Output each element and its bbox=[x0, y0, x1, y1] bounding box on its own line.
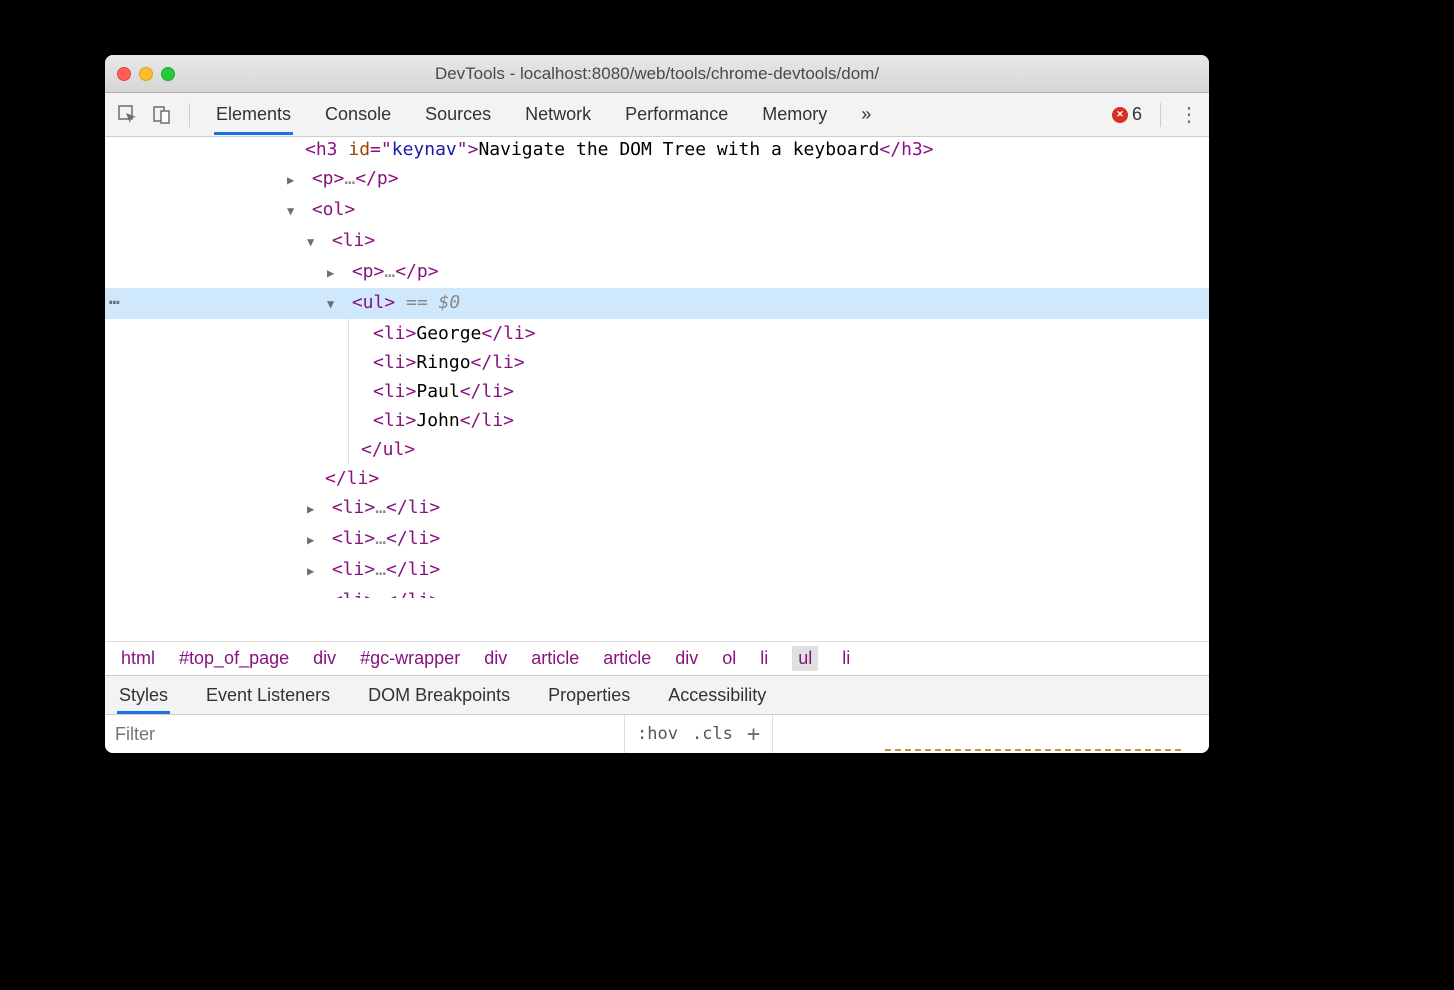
inspect-element-icon[interactable] bbox=[115, 102, 141, 128]
box-model-margin-outline bbox=[885, 749, 1181, 753]
tab-memory[interactable]: Memory bbox=[760, 94, 829, 135]
dom-node-li-collapsed[interactable]: <li>…</li> bbox=[105, 524, 1209, 555]
dom-node-li-item[interactable]: <li>Paul</li> bbox=[105, 377, 1209, 406]
subtab-dom-breakpoints[interactable]: DOM Breakpoints bbox=[366, 677, 512, 714]
window-title: DevTools - localhost:8080/web/tools/chro… bbox=[105, 64, 1209, 84]
expand-arrow-icon[interactable] bbox=[327, 259, 341, 288]
styles-preview-area bbox=[773, 715, 1209, 753]
dom-node-h3[interactable]: <h3 id="keynav">Navigate the DOM Tree wi… bbox=[105, 137, 1209, 164]
titlebar: DevTools - localhost:8080/web/tools/chro… bbox=[105, 55, 1209, 93]
error-count: 6 bbox=[1132, 104, 1142, 125]
tabs-overflow[interactable]: » bbox=[859, 94, 873, 135]
toolbar-separator bbox=[189, 103, 190, 127]
tab-console[interactable]: Console bbox=[323, 94, 393, 135]
expand-arrow-icon[interactable] bbox=[307, 557, 321, 586]
dom-node-p[interactable]: <p>…</p> bbox=[105, 257, 1209, 288]
breadcrumb-item[interactable]: article bbox=[603, 648, 651, 669]
toolbar-separator bbox=[1160, 103, 1161, 127]
zoom-window-button[interactable] bbox=[161, 67, 175, 81]
tab-sources[interactable]: Sources bbox=[423, 94, 493, 135]
subtab-event-listeners[interactable]: Event Listeners bbox=[204, 677, 332, 714]
expand-arrow-icon[interactable] bbox=[307, 588, 321, 598]
breadcrumb-item[interactable]: article bbox=[531, 648, 579, 669]
styles-filter-container bbox=[105, 715, 625, 753]
subtab-styles[interactable]: Styles bbox=[117, 677, 170, 714]
breadcrumb-item[interactable]: li bbox=[842, 648, 850, 669]
dom-node-li[interactable]: <li> bbox=[105, 226, 1209, 257]
subtab-properties[interactable]: Properties bbox=[546, 677, 632, 714]
styles-toolbar: :hov .cls + bbox=[105, 715, 1209, 753]
subtab-accessibility[interactable]: Accessibility bbox=[666, 677, 768, 714]
dom-node-li-item[interactable]: <li>John</li> bbox=[105, 406, 1209, 435]
expand-arrow-icon[interactable] bbox=[307, 526, 321, 555]
tab-elements[interactable]: Elements bbox=[214, 94, 293, 135]
breadcrumb-item[interactable]: #top_of_page bbox=[179, 648, 289, 669]
dom-node-li-close[interactable]: </li> bbox=[105, 464, 1209, 493]
breadcrumb-item[interactable]: ol bbox=[722, 648, 736, 669]
devtools-window: DevTools - localhost:8080/web/tools/chro… bbox=[105, 55, 1209, 753]
settings-menu-icon[interactable]: ⋮ bbox=[1179, 102, 1199, 127]
dom-node-ul-close[interactable]: </ul> bbox=[105, 435, 1209, 464]
collapse-arrow-icon[interactable] bbox=[307, 228, 321, 257]
error-icon bbox=[1112, 107, 1128, 123]
collapse-arrow-icon[interactable] bbox=[327, 290, 341, 319]
dom-node-p[interactable]: <p>…</p> bbox=[105, 164, 1209, 195]
dom-tree-panel[interactable]: <p>…</p> <h3 id="keynav">Navigate the DO… bbox=[105, 137, 1209, 641]
toggle-hov-button[interactable]: :hov bbox=[637, 724, 678, 744]
minimize-window-button[interactable] bbox=[139, 67, 153, 81]
dom-node-ol[interactable]: <ol> bbox=[105, 195, 1209, 226]
collapse-arrow-icon[interactable] bbox=[287, 197, 301, 226]
styles-toggle-buttons: :hov .cls + bbox=[625, 715, 773, 753]
dom-breadcrumb: html #top_of_page div #gc-wrapper div ar… bbox=[105, 641, 1209, 675]
dom-node-li-collapsed[interactable]: <li>…</li> bbox=[105, 555, 1209, 586]
error-count-badge[interactable]: 6 bbox=[1112, 104, 1142, 125]
toolbar-right: 6 ⋮ bbox=[1112, 102, 1199, 127]
breadcrumb-item[interactable]: li bbox=[760, 648, 768, 669]
dom-node-li-item[interactable]: <li>Ringo</li> bbox=[105, 348, 1209, 377]
dom-node-li-collapsed[interactable]: <li>…</li> bbox=[105, 586, 1209, 598]
dom-tree: <p>…</p> <h3 id="keynav">Navigate the DO… bbox=[105, 137, 1209, 598]
dom-node-li-item[interactable]: <li>George</li> bbox=[105, 319, 1209, 348]
breadcrumb-item[interactable]: #gc-wrapper bbox=[360, 648, 460, 669]
expand-arrow-icon[interactable] bbox=[287, 166, 301, 195]
breadcrumb-item[interactable]: div bbox=[484, 648, 507, 669]
close-window-button[interactable] bbox=[117, 67, 131, 81]
dom-node-ul-selected[interactable]: <ul> == $0 bbox=[105, 288, 1209, 319]
breadcrumb-item-selected[interactable]: ul bbox=[792, 646, 818, 671]
toggle-cls-button[interactable]: .cls bbox=[692, 724, 733, 744]
panel-tabs: Elements Console Sources Network Perform… bbox=[214, 94, 1104, 135]
traffic-lights bbox=[117, 67, 175, 81]
styles-filter-input[interactable] bbox=[105, 724, 624, 745]
new-style-rule-button[interactable]: + bbox=[747, 722, 760, 747]
dom-node-li-collapsed[interactable]: <li>…</li> bbox=[105, 493, 1209, 524]
expand-arrow-icon[interactable] bbox=[307, 495, 321, 524]
tab-network[interactable]: Network bbox=[523, 94, 593, 135]
device-toggle-icon[interactable] bbox=[149, 102, 175, 128]
breadcrumb-item[interactable]: div bbox=[675, 648, 698, 669]
styles-subtabs: Styles Event Listeners DOM Breakpoints P… bbox=[105, 675, 1209, 715]
breadcrumb-item[interactable]: div bbox=[313, 648, 336, 669]
breadcrumb-item[interactable]: html bbox=[121, 648, 155, 669]
tab-performance[interactable]: Performance bbox=[623, 94, 730, 135]
main-toolbar: Elements Console Sources Network Perform… bbox=[105, 93, 1209, 137]
